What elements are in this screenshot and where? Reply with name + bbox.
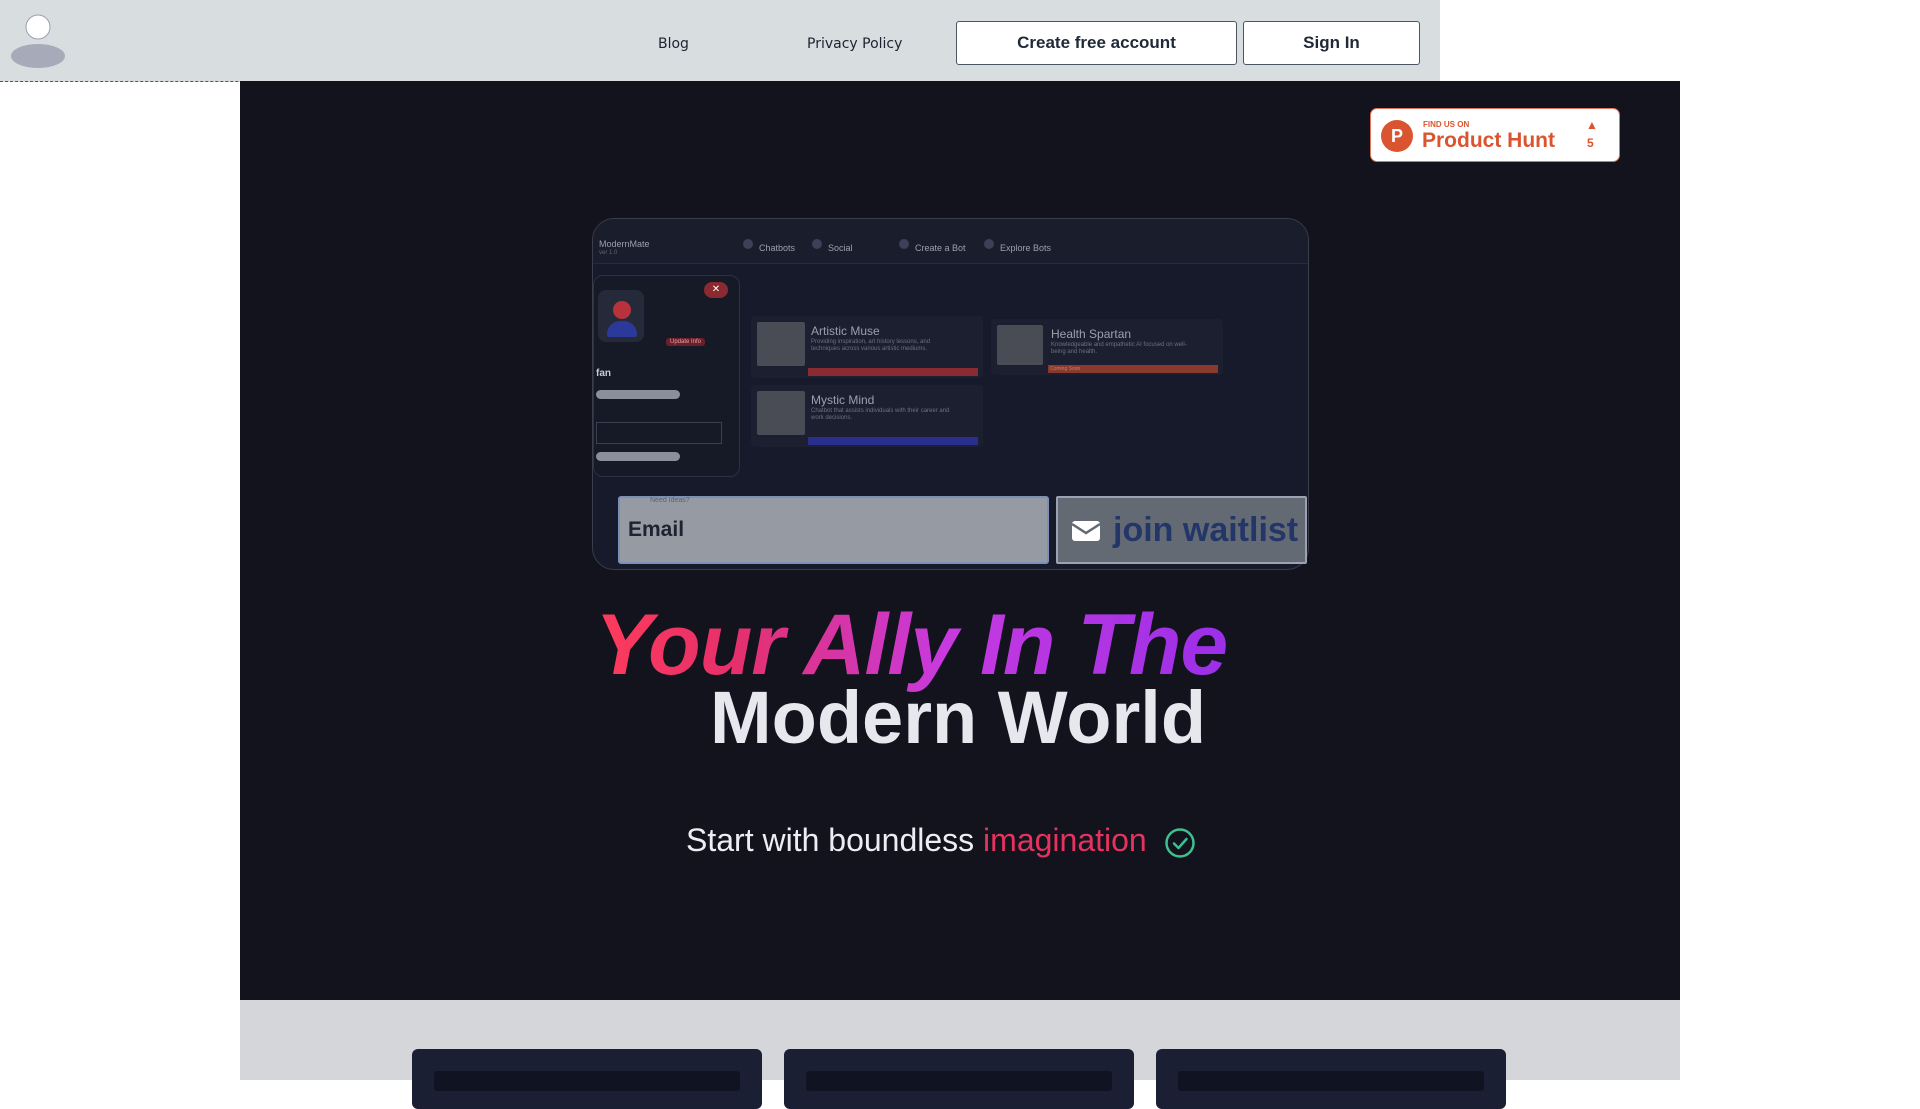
preview-nav-chatbots: Chatbots xyxy=(759,243,796,253)
explore-bots-icon xyxy=(984,239,994,249)
preview-bot-desc: Providing inspiration, art history lesso… xyxy=(811,339,931,352)
feature-card xyxy=(1156,1049,1506,1109)
preview-brand-version: ver 1.0 xyxy=(599,250,618,256)
preview-bot-desc: Chatbot that assists individuals with th… xyxy=(811,408,950,421)
feature-card xyxy=(412,1049,762,1109)
preview-close-icon: ✕ xyxy=(704,282,728,298)
product-hunt-small-text: FIND US ON xyxy=(1423,120,1470,129)
preview-navbar: ModernMate ver 1.0 Chatbots Social Creat… xyxy=(593,219,1308,264)
email-hint-text: Need Ideas? xyxy=(650,497,690,504)
feature-card-inner xyxy=(1178,1071,1484,1091)
preview-profile-avatar xyxy=(598,290,644,342)
product-hunt-name: Product Hunt xyxy=(1422,129,1555,152)
email-input-value: Email xyxy=(628,518,685,541)
preview-placeholder-bar xyxy=(596,452,680,461)
social-icon xyxy=(812,239,822,249)
preview-bot-title: Mystic Mind xyxy=(811,393,875,407)
preview-bot-thumbnail xyxy=(757,322,805,366)
preview-profile-name: fan xyxy=(596,368,611,379)
join-waitlist-label: join waitlist xyxy=(1113,511,1299,549)
create-bot-icon xyxy=(899,239,909,249)
feature-card-inner xyxy=(434,1071,740,1091)
create-account-button[interactable]: Create free account xyxy=(956,21,1237,65)
preview-avatar-body xyxy=(607,321,637,337)
top-navigation-bar: Blog Privacy Policy Create free account … xyxy=(0,0,1440,82)
preview-bot-card: Artistic Muse Providing inspiration, art… xyxy=(751,316,983,378)
preview-placeholder-bar xyxy=(596,390,680,399)
envelope-icon xyxy=(1072,521,1100,541)
preview-bot-desc: Knowledgeable and empathetic AI focused … xyxy=(1051,342,1187,355)
nav-link-privacy-policy[interactable]: Privacy Policy xyxy=(807,36,902,52)
product-hunt-logo-icon: P xyxy=(1381,120,1413,152)
features-section xyxy=(240,1000,1680,1109)
check-circle-icon xyxy=(1164,827,1195,858)
sign-in-button[interactable]: Sign In xyxy=(1243,21,1420,65)
preview-nav-explore-bots: Explore Bots xyxy=(1000,243,1052,253)
upvote-arrow-icon: ▲ xyxy=(1586,118,1598,132)
nav-link-blog[interactable]: Blog xyxy=(658,36,689,52)
preview-update-info: Update Info xyxy=(666,338,706,346)
preview-placeholder-input xyxy=(596,422,722,444)
product-hunt-badge[interactable]: P FIND US ON Product Hunt ▲ 5 xyxy=(1370,108,1620,162)
preview-profile-panel: ✕ Update Info fan xyxy=(593,275,740,477)
tagline: Start with boundless imagination xyxy=(686,822,1196,859)
join-waitlist-button[interactable]: join waitlist xyxy=(1056,496,1307,564)
user-avatar-icon[interactable] xyxy=(10,12,66,68)
preview-nav-create-bot: Create a Bot xyxy=(915,243,966,253)
feature-card-inner xyxy=(806,1071,1112,1091)
headline-line-2: Modern World xyxy=(710,676,1207,759)
preview-bot-thumbnail xyxy=(997,325,1043,365)
preview-bot-card: Mystic Mind Chatbot that assists individ… xyxy=(751,385,983,447)
preview-coming-soon: Coming Soon xyxy=(1048,365,1218,373)
feature-card xyxy=(784,1049,1134,1109)
hero-section: P FIND US ON Product Hunt ▲ 5 ModernMate… xyxy=(240,81,1680,1000)
preview-bot-strip xyxy=(808,368,978,376)
preview-bot-card: Health Spartan Knowledgeable and empathe… xyxy=(991,319,1223,375)
upvote-count: 5 xyxy=(1587,136,1594,150)
tagline-prefix: Start with boundless xyxy=(686,822,975,858)
preview-bot-title: Health Spartan xyxy=(1051,327,1132,341)
preview-bot-thumbnail xyxy=(757,391,805,435)
chatbots-icon xyxy=(743,239,753,249)
preview-brand: ModernMate xyxy=(599,239,650,249)
tagline-accent: imagination xyxy=(983,822,1147,858)
preview-bot-strip xyxy=(808,437,978,445)
preview-bot-title: Artistic Muse xyxy=(811,324,880,338)
email-input[interactable]: Need Ideas? Email xyxy=(618,496,1049,564)
preview-avatar-head xyxy=(613,301,631,319)
preview-nav-social: Social xyxy=(828,243,853,253)
